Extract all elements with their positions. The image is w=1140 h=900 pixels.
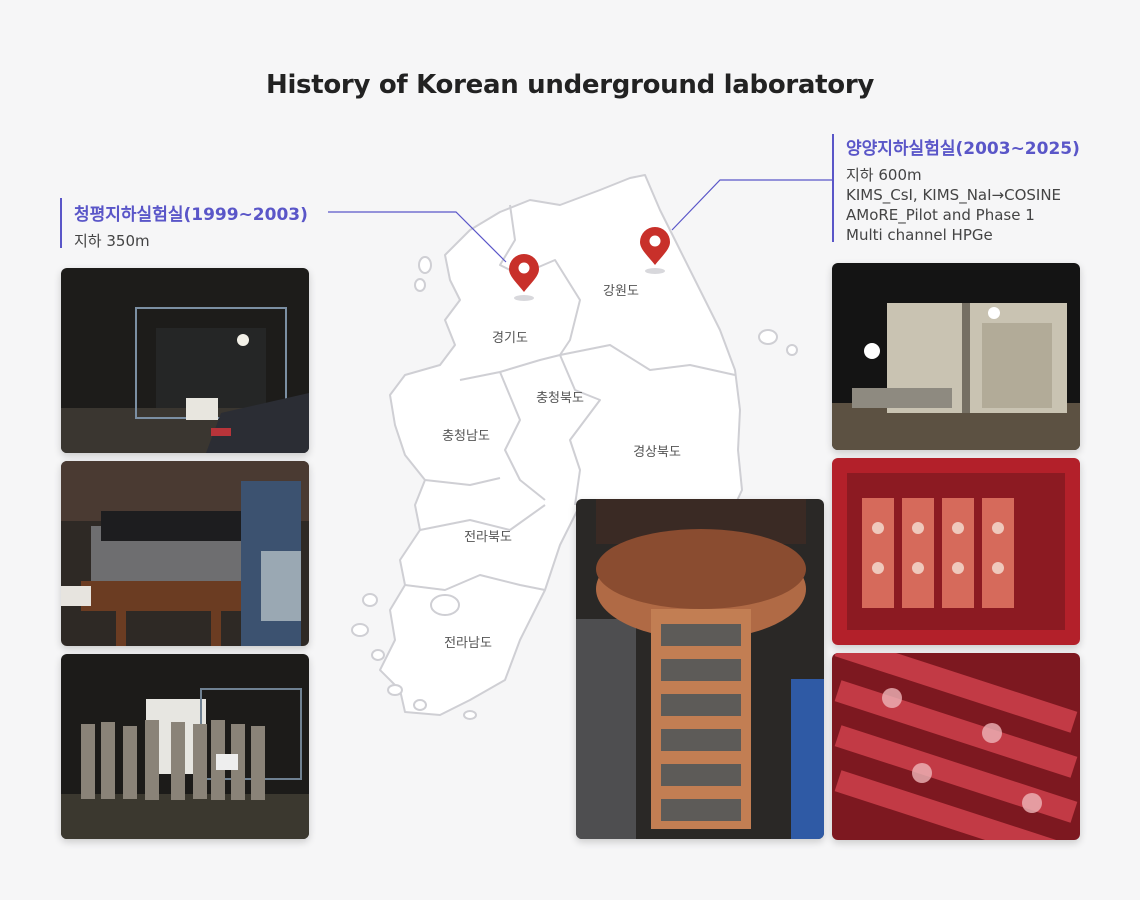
connector-right [671, 179, 832, 231]
lab-info-cheongpyeong: 청평지하실험실(1999~2003) 지하 350m [60, 198, 308, 251]
photo-yangyang-lab-exterior [832, 263, 1080, 450]
lab-experiment: Multi channel HPGe [846, 226, 993, 244]
region-label-chungnam: 충청남도 [442, 429, 490, 444]
lab-info-yangyang: 양양지하실험실(2003~2025) 지하 600m KIMS_CsI, KIM… [832, 134, 1080, 245]
region-label-gangwon: 강원도 [603, 284, 639, 299]
region-label-jeonnam: 전라남도 [444, 636, 492, 651]
lab-experiment: KIMS_CsI, KIMS_NaI→COSINE [846, 186, 1062, 204]
lab-name: 청평지하실험실(1999~2003) [74, 205, 308, 225]
region-label-gyeonggi: 경기도 [492, 331, 528, 346]
lab-experiment: AMoRE_Pilot and Phase 1 [846, 206, 1035, 224]
region-label-chungbuk: 충청북도 [536, 391, 584, 406]
photo-detector-tower [576, 499, 824, 839]
lab-name: 양양지하실험실(2003~2025) [846, 139, 1080, 159]
lab-depth: 지하 600m [846, 166, 922, 184]
region-label-jeonbuk: 전라북도 [464, 530, 512, 545]
photo-cheongpyeong-shielding [61, 461, 309, 646]
photo-yangyang-detector-modules [832, 653, 1080, 840]
photo-cheongpyeong-team [61, 654, 309, 839]
photo-yangyang-crystal-array [832, 458, 1080, 645]
accent-bar [60, 198, 62, 248]
lab-depth: 지하 350m [74, 232, 150, 250]
region-label-gyeongbuk: 경상북도 [633, 445, 681, 460]
accent-bar [832, 134, 834, 242]
photo-cheongpyeong-lab-tent [61, 268, 309, 453]
